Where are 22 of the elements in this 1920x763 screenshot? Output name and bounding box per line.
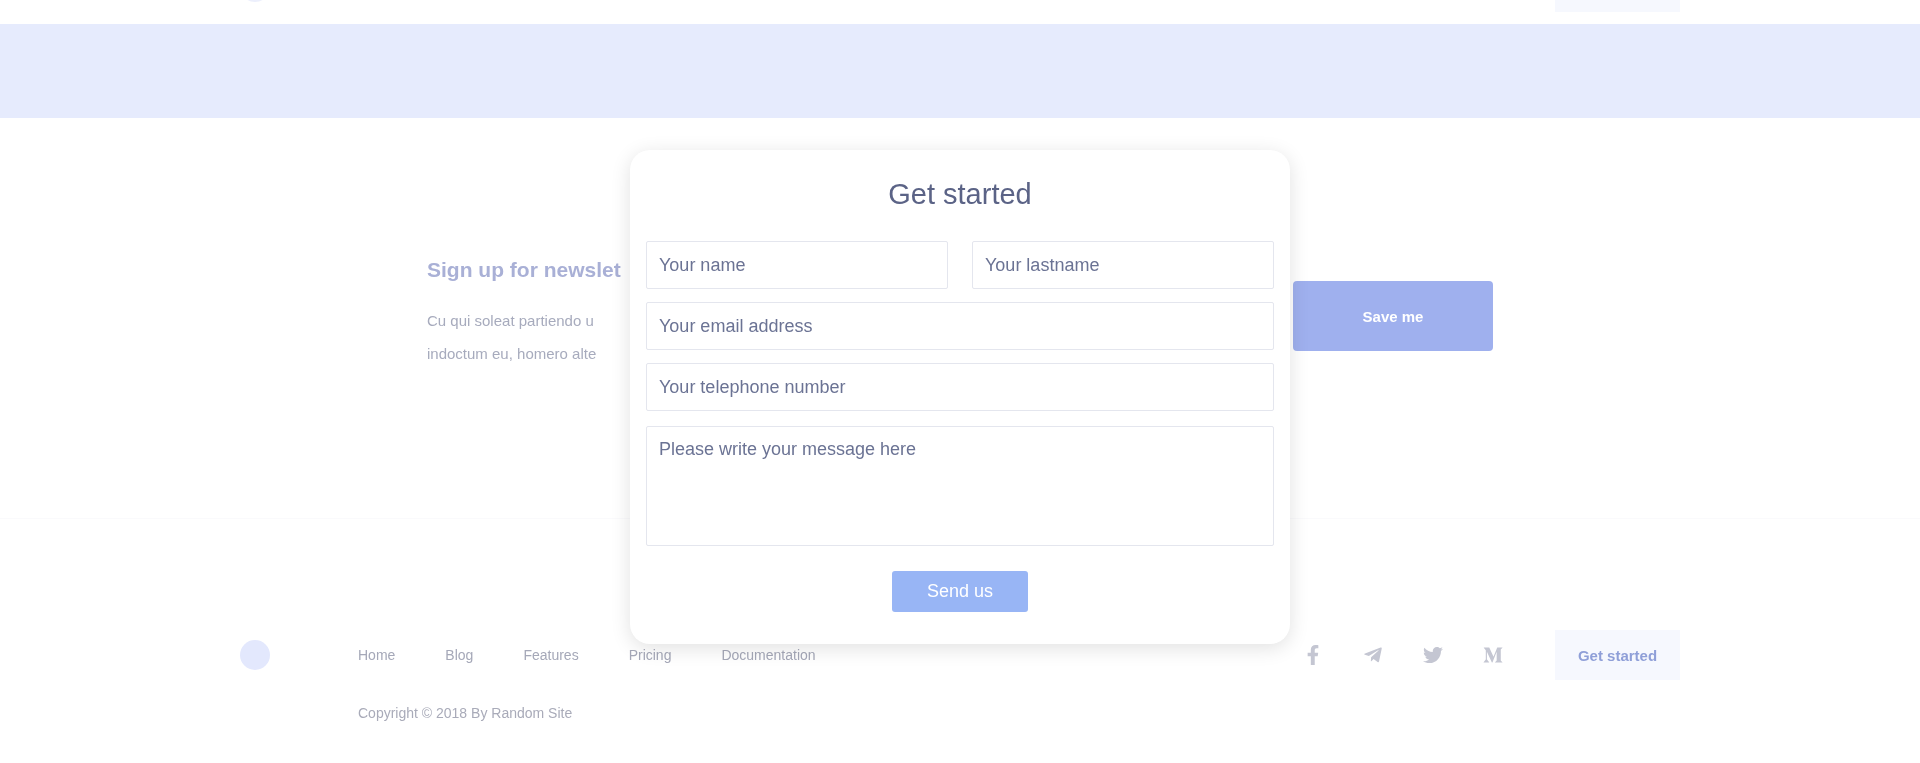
input-field[interactable]: Your telephone number: [646, 363, 1274, 411]
get-started-button[interactable]: Get started: [1555, 630, 1680, 680]
modal-title: Get started: [888, 178, 1032, 211]
medium-icon[interactable]: [1483, 645, 1503, 665]
newsletter-text: indoctum eu, homero alte: [427, 344, 598, 364]
input-field[interactable]: Your name: [646, 241, 948, 289]
nav-link[interactable]: Features: [523, 647, 579, 663]
newsletter-text: Cu qui soleat partiendo u: [427, 311, 595, 331]
copyright-text: Copyright © 2018 By Random Site: [358, 705, 574, 721]
send-button[interactable]: Send us: [892, 571, 1028, 612]
logo-icon: [240, 640, 270, 670]
nav-link[interactable]: Documentation: [721, 647, 816, 663]
nav-link[interactable]: Home: [358, 647, 396, 663]
input-field[interactable]: Your email address: [646, 302, 1274, 350]
nav-link[interactable]: Blog: [445, 647, 474, 663]
save-button[interactable]: Save me: [1293, 281, 1493, 351]
nav-link[interactable]: Pricing: [628, 647, 672, 663]
message-field[interactable]: Please write your message here: [646, 426, 1274, 546]
twitter-icon[interactable]: [1423, 645, 1443, 665]
telegram-icon[interactable]: [1363, 645, 1383, 665]
input-field[interactable]: Your lastname: [972, 241, 1274, 289]
newsletter-heading: Sign up for newslet: [427, 258, 621, 282]
